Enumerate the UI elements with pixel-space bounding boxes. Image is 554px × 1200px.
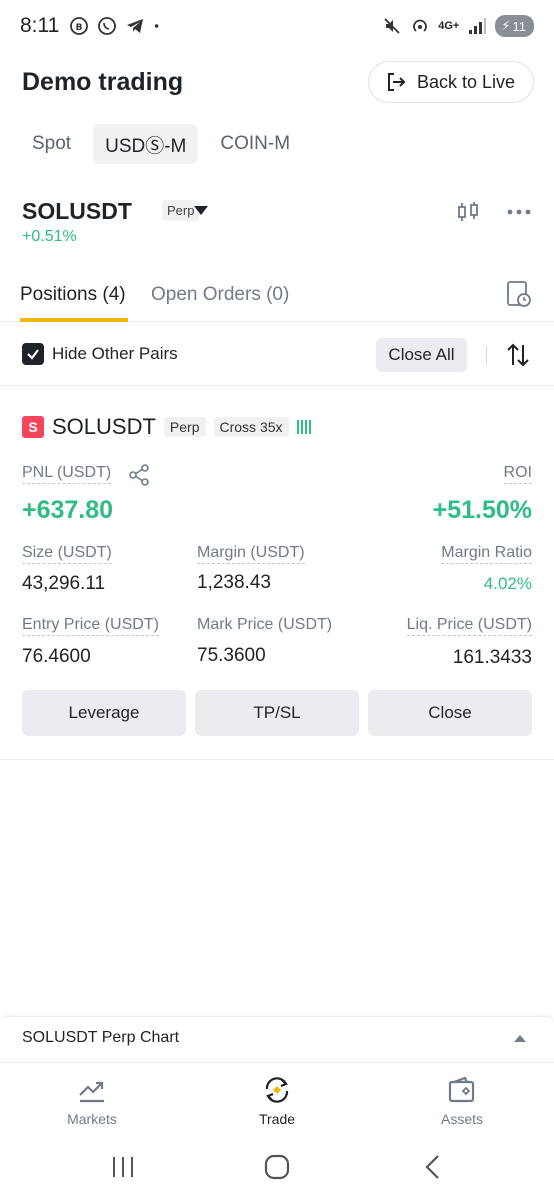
share-icon[interactable]	[128, 464, 150, 486]
mark-price-label: Mark Price (USDT)	[197, 616, 333, 633]
nav-markets-label: Markets	[67, 1111, 117, 1127]
network-type: 4G+	[438, 20, 460, 32]
margin-value: 1,238.43	[197, 572, 271, 593]
system-nav-bar	[0, 1140, 554, 1200]
adl-indicator-icon	[296, 420, 313, 434]
tab-positions[interactable]: Positions (4)	[20, 284, 126, 306]
roi-value: +51.50%	[432, 496, 532, 524]
back-to-live-button[interactable]: Back to Live	[367, 61, 534, 103]
status-bar: 8:11 B 4G+ ⚡ 11	[0, 0, 554, 52]
tpsl-button[interactable]: TP/SL	[195, 690, 359, 736]
position-type-tag: Perp	[163, 417, 206, 437]
liq-price-value: 161.3433	[452, 647, 532, 668]
whatsapp-business-icon: B	[70, 17, 89, 35]
entry-price-value: 76.4600	[22, 646, 91, 667]
recent-apps-icon[interactable]	[108, 1152, 138, 1182]
back-icon[interactable]	[418, 1152, 448, 1182]
candlestick-icon[interactable]	[456, 200, 480, 224]
margin-ratio-value: 4.02%	[483, 574, 532, 593]
checkmark-icon	[27, 349, 39, 360]
hotspot-icon	[413, 19, 428, 32]
margin-ratio-label[interactable]: Margin Ratio	[441, 544, 532, 564]
nav-markets[interactable]: Markets	[32, 1075, 152, 1127]
notification-dot-icon	[155, 24, 159, 28]
size-value: 43,296.11	[22, 573, 106, 594]
nav-assets[interactable]: Assets	[402, 1075, 522, 1127]
svg-text:B: B	[76, 23, 83, 33]
more-options-icon[interactable]	[506, 200, 532, 224]
battery-indicator: ⚡ 11	[495, 15, 534, 37]
market-mode-tabs: Spot USDⓈ-M COIN-M	[20, 124, 302, 164]
mark-price-value: 75.3600	[197, 645, 266, 666]
size-label[interactable]: Size (USDT)	[22, 544, 112, 564]
chart-drawer-label: SOLUSDT Perp Chart	[22, 1029, 180, 1046]
exit-icon	[387, 73, 406, 91]
signal-icon	[469, 18, 487, 34]
home-icon[interactable]	[262, 1152, 292, 1182]
position-header: S SOLUSDT Perp Cross 35x	[22, 414, 313, 440]
position-card: S SOLUSDT Perp Cross 35x PNL (USDT) ROI …	[0, 404, 554, 760]
tab-coin-m[interactable]: COIN-M	[208, 124, 302, 164]
hide-other-pairs-checkbox[interactable]	[22, 343, 44, 365]
symbol-name[interactable]: SOLUSDT	[22, 198, 132, 225]
tab-open-orders[interactable]: Open Orders (0)	[151, 284, 289, 306]
position-tabs: Positions (4) Open Orders (0)	[0, 274, 554, 322]
sort-icon[interactable]	[506, 342, 530, 368]
header: Demo trading Back to Live	[0, 58, 554, 106]
nav-trade[interactable]: Trade	[217, 1075, 337, 1127]
position-symbol[interactable]: SOLUSDT	[52, 414, 156, 440]
pnl-label[interactable]: PNL (USDT)	[22, 464, 112, 484]
bottom-nav: Markets Trade Assets	[0, 1062, 554, 1140]
wallet-icon	[448, 1076, 475, 1103]
leverage-button[interactable]: Leverage	[22, 690, 186, 736]
chart-drawer[interactable]: SOLUSDT Perp Chart	[0, 1016, 554, 1060]
margin-label[interactable]: Margin (USDT)	[197, 544, 305, 564]
nav-assets-label: Assets	[440, 1111, 483, 1127]
battery-charging-icon: ⚡	[501, 18, 511, 33]
liq-price-label[interactable]: Liq. Price (USDT)	[406, 616, 532, 636]
trend-chart-icon	[79, 1081, 104, 1103]
telegram-icon	[127, 19, 144, 33]
battery-level: 11	[512, 18, 527, 34]
symbol-change: +0.51%	[22, 228, 77, 245]
back-to-live-label: Back to Live	[416, 71, 515, 92]
trade-swap-icon	[265, 1077, 289, 1103]
entry-price-label[interactable]: Entry Price (USDT)	[22, 616, 159, 636]
whatsapp-icon	[98, 17, 117, 35]
side-badge: S	[22, 416, 44, 438]
filter-row: Hide Other Pairs Close All	[0, 334, 554, 386]
pnl-value: +637.80	[22, 496, 114, 524]
status-time: 8:11	[20, 14, 60, 37]
nav-trade-label: Trade	[258, 1111, 296, 1127]
close-position-button[interactable]: Close	[368, 690, 532, 736]
active-tab-indicator	[20, 318, 128, 322]
roi-label[interactable]: ROI	[503, 464, 532, 484]
symbol-dropdown-icon[interactable]	[194, 206, 208, 215]
chevron-up-icon[interactable]	[514, 1035, 526, 1042]
close-all-button[interactable]: Close All	[376, 338, 467, 372]
tab-spot[interactable]: Spot	[20, 124, 83, 164]
hide-other-pairs-label[interactable]: Hide Other Pairs	[52, 344, 178, 364]
tab-usds-m[interactable]: USDⓈ-M	[93, 124, 199, 164]
margin-mode-tag[interactable]: Cross 35x	[213, 417, 289, 437]
order-history-icon[interactable]	[506, 280, 532, 308]
divider	[486, 346, 487, 364]
page-title: Demo trading	[22, 67, 184, 96]
mute-icon	[384, 18, 400, 34]
symbol-row: SOLUSDT Perp +0.51%	[22, 196, 534, 256]
